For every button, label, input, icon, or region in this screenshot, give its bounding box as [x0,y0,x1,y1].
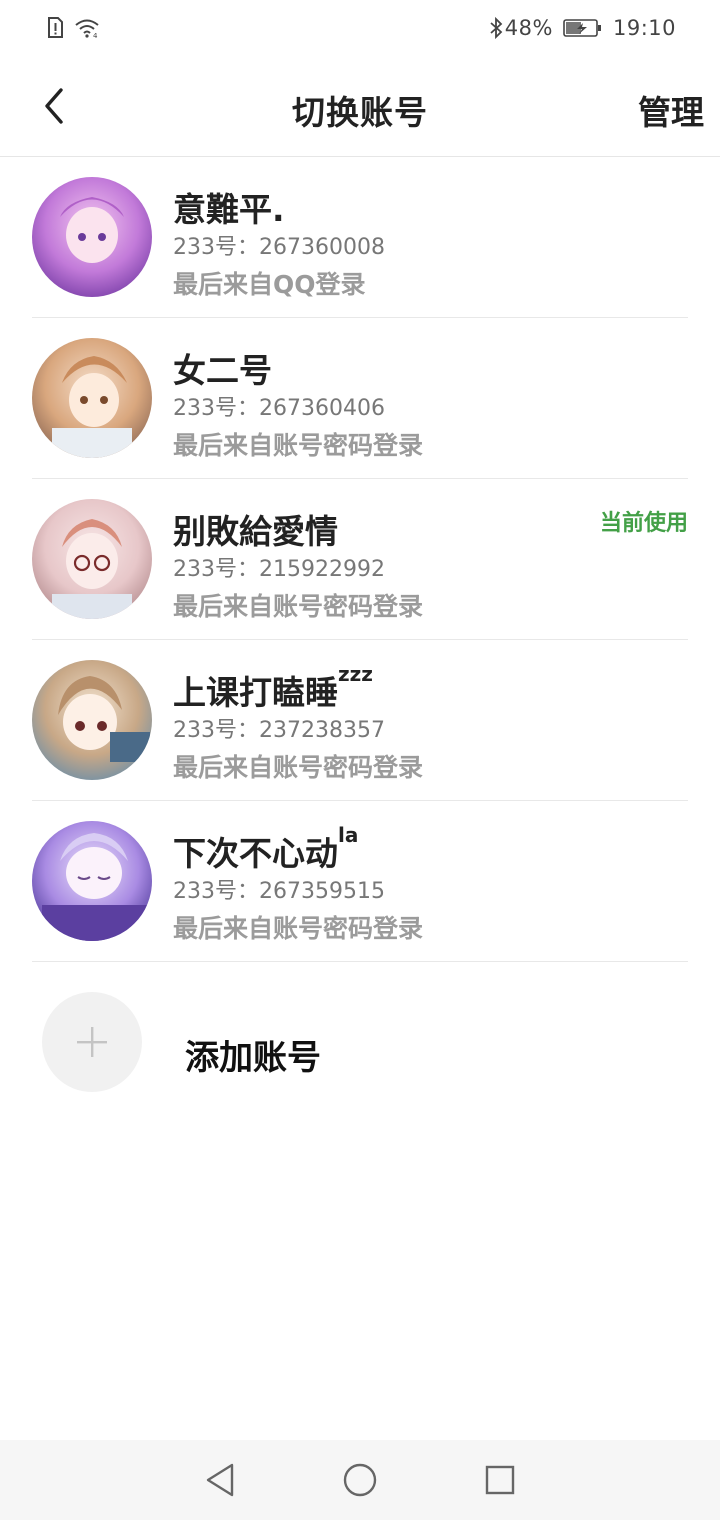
account-id: 233号：267360406 [173,396,385,421]
account-login-source: 最后来自账号密码登录 [173,753,424,782]
svg-text:4: 4 [93,32,98,39]
clock: 19:10 [612,16,676,40]
account-name: 下次不心动la [173,823,359,873]
current-account-badge: 当前使用 [599,511,688,536]
battery-charging-icon [563,18,603,38]
status-bar: 4 48% 19:10 [0,0,720,56]
nav-recents-button[interactable] [470,1450,530,1510]
header-bar: 切换账号 管理 [0,56,720,157]
avatar [32,660,152,780]
account-row[interactable]: 下次不心动la 233号：267359515 最后来自账号密码登录 [32,801,688,962]
account-row[interactable]: 别敗給愛情 当前使用 233号：215922992 最后来自账号密码登录 [32,479,688,640]
account-list: 意難平. 233号：267360008 最后来自QQ登录 女二号 233号：26… [0,157,720,962]
account-row[interactable]: 女二号 233号：267360406 最后来自账号密码登录 [32,318,688,479]
plus-icon [77,1027,107,1057]
add-account-label: 添加账号 [185,1038,321,1078]
account-login-source: 最后来自QQ登录 [173,270,366,299]
account-id: 233号：267359515 [173,879,385,904]
account-login-source: 最后来自账号密码登录 [173,914,424,943]
account-name: 别敗給愛情 [173,512,338,551]
account-name: 上课打瞌睡zzz [173,662,373,712]
avatar [32,177,152,297]
avatar [32,821,152,941]
add-account-button[interactable]: 添加账号 [42,992,442,1092]
nav-back-button[interactable] [190,1450,250,1510]
status-left: 4 [46,17,102,39]
status-right: 48% 19:10 [489,16,676,40]
wifi-icon: 4 [74,17,102,39]
account-login-source: 最后来自账号密码登录 [173,431,424,460]
nav-home-button[interactable] [330,1450,390,1510]
battery-percent: 48% [504,16,553,40]
account-id: 233号：237238357 [173,718,385,743]
account-row[interactable]: 上课打瞌睡zzz 233号：237238357 最后来自账号密码登录 [32,640,688,801]
nav-home-icon [343,1463,377,1497]
account-name: 女二号 [173,351,272,390]
avatar [32,499,152,619]
bluetooth-icon [489,16,503,40]
add-account-circle [42,992,142,1092]
avatar [32,338,152,458]
nav-back-icon [206,1463,234,1497]
account-row[interactable]: 意難平. 233号：267360008 最后来自QQ登录 [32,157,688,318]
account-login-source: 最后来自账号密码登录 [173,592,424,621]
manage-button[interactable]: 管理 [638,86,704,134]
account-id: 233号：267360008 [173,235,385,260]
nav-recents-icon [485,1465,515,1495]
account-name: 意難平. [173,190,285,229]
page-title: 切换账号 [292,93,428,132]
system-nav-bar [0,1440,720,1520]
account-id: 233号：215922992 [173,557,385,582]
sim-alert-icon [46,17,64,39]
